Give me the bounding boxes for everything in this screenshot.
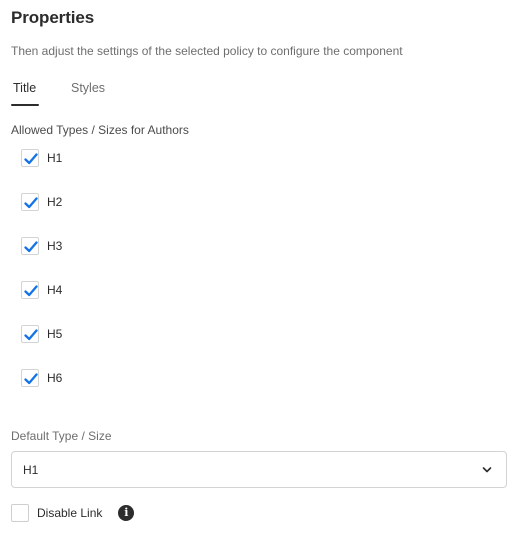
disable-link-row: Disable Link i [11,504,135,522]
checkbox-box[interactable] [21,193,39,211]
chevron-down-icon [482,467,492,473]
tab-title[interactable]: Title [13,80,36,106]
checkbox-h1[interactable]: H1 [21,149,62,167]
default-type-select[interactable]: H1 [11,451,507,488]
tab-list: Title Styles [11,80,211,106]
checkbox-h4[interactable]: H4 [21,281,62,299]
checkbox-label: H4 [47,283,63,297]
checkbox-label: H5 [47,327,63,341]
info-icon[interactable]: i [118,505,135,521]
active-tab-indicator [11,104,39,106]
checkbox-box[interactable] [21,237,39,255]
checkbox-label: H1 [47,151,63,165]
tab-styles[interactable]: Styles [71,80,105,106]
checkbox-h3[interactable]: H3 [21,237,62,255]
checkmark-icon [24,241,38,253]
page-description: Then adjust the settings of the selected… [11,44,403,58]
checkbox-label: H3 [47,239,63,253]
checkbox-h6[interactable]: H6 [21,369,62,387]
checkmark-icon [24,373,38,385]
checkmark-icon [24,197,38,209]
disable-link-checkbox[interactable] [11,504,29,522]
checkbox-box[interactable] [21,281,39,299]
default-type-label: Default Type / Size [11,429,112,443]
checkbox-box[interactable] [21,325,39,343]
checkmark-icon [24,329,38,341]
default-type-value: H1 [23,463,39,477]
checkmark-icon [24,153,38,165]
page-title: Properties [11,8,95,27]
checkmark-icon [24,285,38,297]
checkbox-h2[interactable]: H2 [21,193,62,211]
checkbox-box[interactable] [21,369,39,387]
checkbox-label: H2 [47,195,63,209]
disable-link-label: Disable Link [37,506,103,520]
checkbox-label: H6 [47,371,63,385]
allowed-types-label: Allowed Types / Sizes for Authors [11,123,189,137]
checkbox-box[interactable] [21,149,39,167]
checkbox-h5[interactable]: H5 [21,325,62,343]
